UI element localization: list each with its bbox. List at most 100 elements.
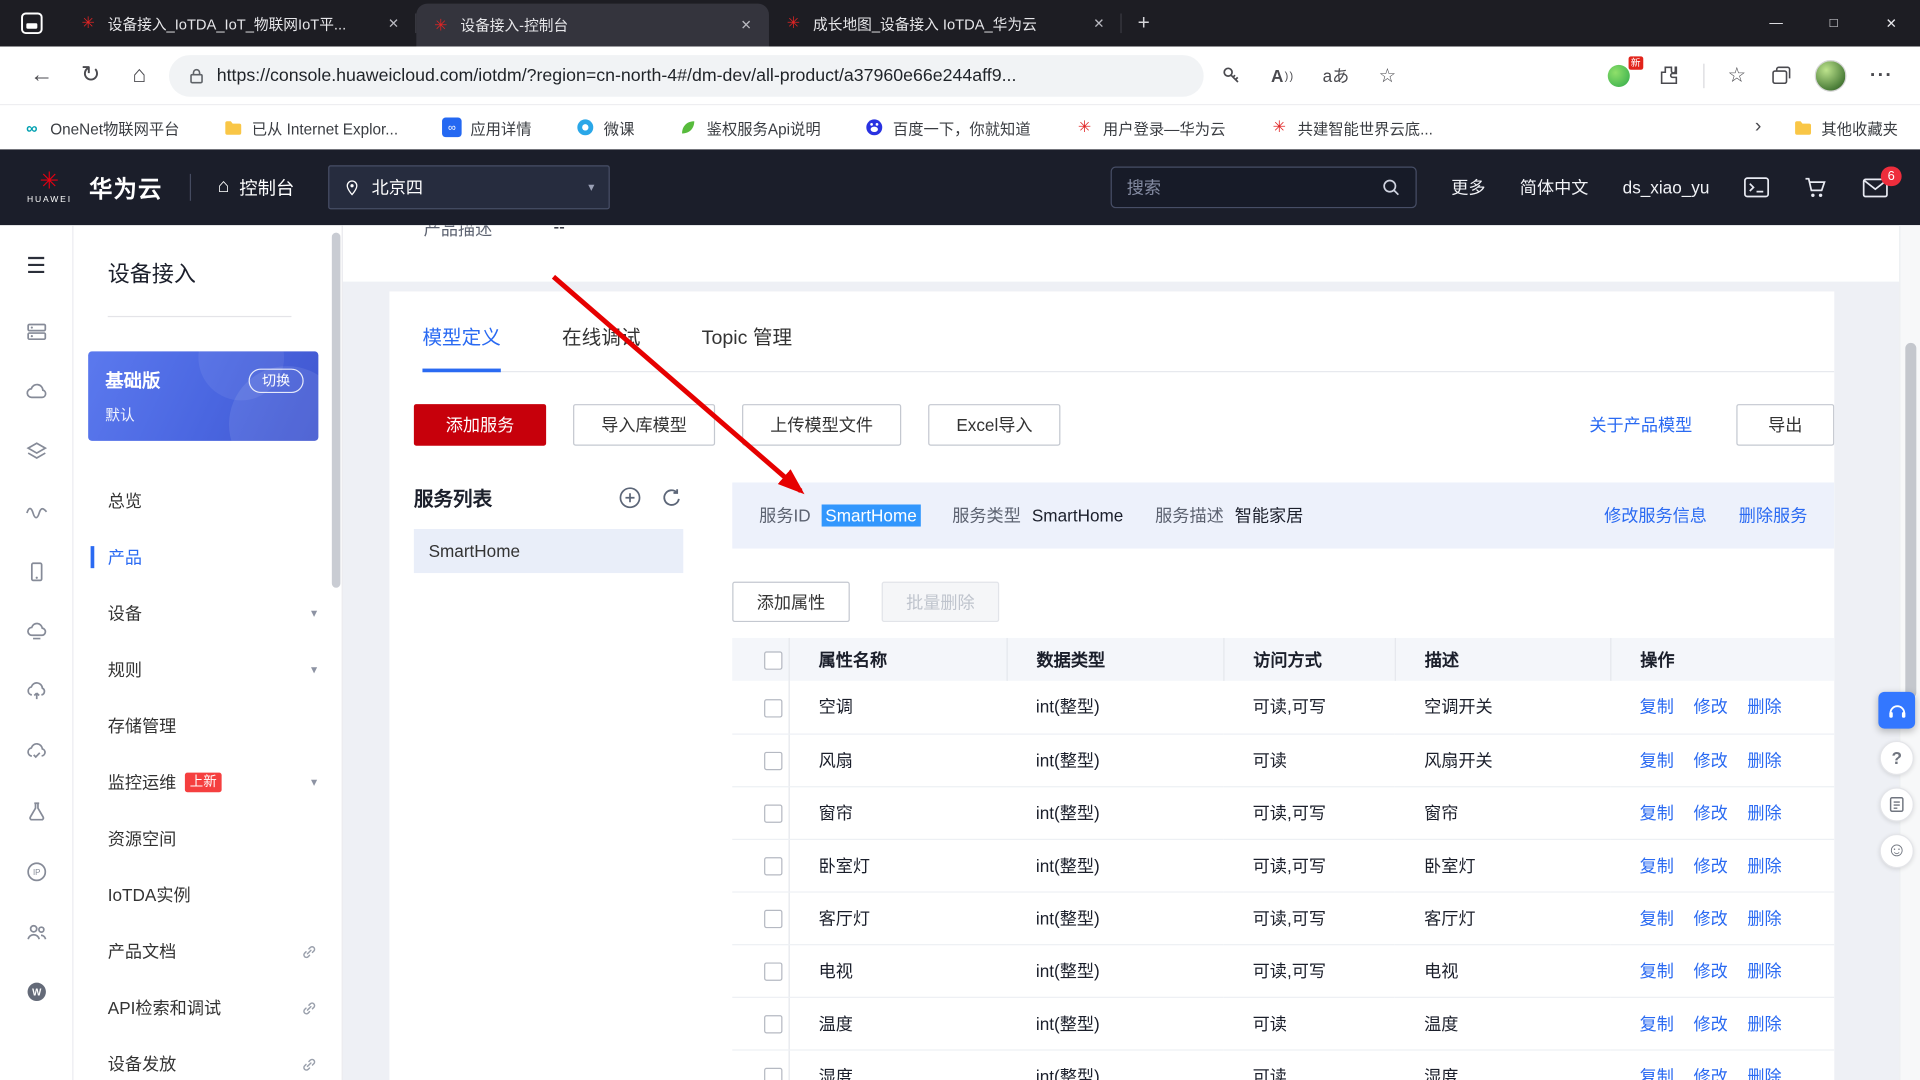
excel-import-button[interactable]: Excel导入 [928,404,1061,446]
copy-link[interactable]: 复制 [1640,1011,1674,1035]
profile-avatar[interactable] [1815,59,1847,91]
search-icon[interactable] [1381,178,1401,198]
cloud-upload-icon[interactable] [0,661,72,721]
username[interactable]: ds_xiao_yu [1623,178,1710,198]
minimize-button[interactable]: — [1747,0,1805,47]
bookmark-weike[interactable]: 微课 [576,116,635,139]
modify-link[interactable]: 修改 [1693,906,1727,930]
delete-link[interactable]: 删除 [1747,906,1781,930]
delete-link[interactable]: 删除 [1747,748,1781,772]
console-link[interactable]: ⌂ 控制台 [218,174,295,200]
sidebar-item-monitor[interactable]: 监控运维上新▾ [108,754,317,810]
page-scrollbar[interactable] [1899,225,1920,1080]
storage-service-icon[interactable] [0,421,72,481]
sidebar-item-product[interactable]: 产品 [108,529,317,585]
cli-terminal-icon[interactable] [1744,176,1770,198]
row-checkbox[interactable] [764,752,782,770]
batch-delete-button[interactable]: 批量删除 [882,582,1000,622]
cloud-secure-icon[interactable] [0,721,72,781]
new-tab-button[interactable]: + [1122,0,1166,47]
network-service-icon[interactable] [0,481,72,541]
delete-link[interactable]: 删除 [1747,1011,1781,1035]
workspaces-icon[interactable] [0,0,64,47]
copy-link[interactable]: 复制 [1640,853,1674,877]
tab-model-definition[interactable]: 模型定义 [422,316,500,371]
copy-link[interactable]: 复制 [1640,1063,1674,1080]
experiment-service-icon[interactable] [0,781,72,841]
modify-link[interactable]: 修改 [1693,800,1727,824]
row-checkbox[interactable] [764,804,782,822]
web-service-icon[interactable]: W [0,961,72,1021]
more-menu[interactable]: 更多 [1451,175,1485,199]
ip-service-icon[interactable]: IP [0,841,72,901]
satisfaction-smiley-button[interactable]: ☺ [1880,834,1914,868]
refresh-list-icon[interactable] [660,486,683,509]
help-question-button[interactable]: ? [1880,741,1914,775]
settings-menu-icon[interactable]: ··· [1870,64,1893,86]
device-service-icon[interactable] [0,541,72,601]
extensions-puzzle-icon[interactable] [1656,64,1679,87]
sidebar-scrollbar[interactable] [332,230,341,1075]
add-service-plus-icon[interactable] [618,486,641,509]
delete-link[interactable]: 删除 [1747,1063,1781,1080]
bookmark-auth-api[interactable]: 鉴权服务Api说明 [679,116,821,139]
browser-tab-3[interactable]: ✳ 成长地图_设备接入 IoTDA_华为云 ✕ [769,0,1122,47]
bookmark-ie-folder[interactable]: 已从 Internet Explor... [224,116,398,139]
copy-link[interactable]: 复制 [1640,695,1674,719]
tab-close-icon[interactable]: ✕ [736,15,757,36]
delete-service-link[interactable]: 删除服务 [1739,503,1808,527]
modify-link[interactable]: 修改 [1693,695,1727,719]
row-checkbox[interactable] [764,1068,782,1080]
back-icon[interactable]: ← [17,62,66,89]
row-checkbox[interactable] [764,857,782,875]
sidebar-item-device[interactable]: 设备▾ [108,585,317,641]
modify-service-link[interactable]: 修改服务信息 [1604,503,1707,527]
region-selector[interactable]: 北京四 ▾ [329,165,611,209]
sidebar-item-overview[interactable]: 总览 [108,473,317,529]
bookmark-baidu[interactable]: 百度一下，你就知道 [865,116,1031,139]
copy-link[interactable]: 复制 [1640,748,1674,772]
sidebar-item-storage[interactable]: 存储管理 [108,698,317,754]
support-headset-button[interactable] [1878,692,1915,729]
add-property-button[interactable]: 添加属性 [732,582,850,622]
modify-link[interactable]: 修改 [1693,853,1727,877]
favorites-bar-icon[interactable]: ☆ [1727,63,1746,87]
compute-service-icon[interactable] [0,301,72,361]
huawei-logo[interactable]: ✳ HUAWEI [27,170,72,204]
sidebar-item-product-docs[interactable]: 产品文档 [108,923,317,979]
read-aloud-icon[interactable]: A)) [1271,66,1293,86]
bookmark-onenet[interactable]: ∞OneNet物联网平台 [22,116,179,139]
bookmark-huawei-world[interactable]: ✳共建智能世界云底... [1269,116,1432,139]
user-group-service-icon[interactable] [0,901,72,961]
language-switch[interactable]: 简体中文 [1520,175,1589,199]
brand-name[interactable]: 华为云 [89,171,162,204]
sidebar-item-rules[interactable]: 规则▾ [108,642,317,698]
refresh-icon[interactable]: ↻ [66,61,115,89]
row-checkbox[interactable] [764,1015,782,1033]
other-favorites[interactable]: 其他收藏夹 [1793,116,1898,139]
copy-link[interactable]: 复制 [1640,906,1674,930]
cloud-platform-icon[interactable] [0,601,72,661]
export-button[interactable]: 导出 [1736,404,1834,446]
delete-link[interactable]: 删除 [1747,958,1781,982]
bookmarks-overflow-icon[interactable]: › [1755,116,1762,138]
browser-tab-1[interactable]: ✳ 设备接入_IoTDA_IoT_物联网IoT平... ✕ [64,0,417,47]
select-all-checkbox[interactable] [764,651,782,669]
feedback-survey-button[interactable] [1880,787,1914,821]
console-search-input[interactable]: 搜索 [1111,167,1417,209]
address-bar[interactable]: https://console.huaweicloud.com/iotdm/?r… [169,54,1204,96]
bookmark-huawei-login[interactable]: ✳用户登录—华为云 [1075,116,1226,139]
tab-close-icon[interactable]: ✕ [383,13,404,34]
modify-link[interactable]: 修改 [1693,1011,1727,1035]
extension-badge-icon[interactable]: 新 [1604,61,1633,90]
home-icon[interactable]: ⌂ [115,62,164,89]
import-library-button[interactable]: 导入库模型 [573,404,715,446]
upload-model-button[interactable]: 上传模型文件 [742,404,901,446]
cloud-service-icon[interactable] [0,361,72,421]
modify-link[interactable]: 修改 [1693,748,1727,772]
tab-online-debug[interactable]: 在线调试 [562,316,640,371]
close-button[interactable]: ✕ [1862,0,1920,47]
sidebar-item-device-provision[interactable]: 设备发放 [108,1036,317,1080]
delete-link[interactable]: 删除 [1747,853,1781,877]
password-key-icon[interactable] [1221,65,1242,86]
